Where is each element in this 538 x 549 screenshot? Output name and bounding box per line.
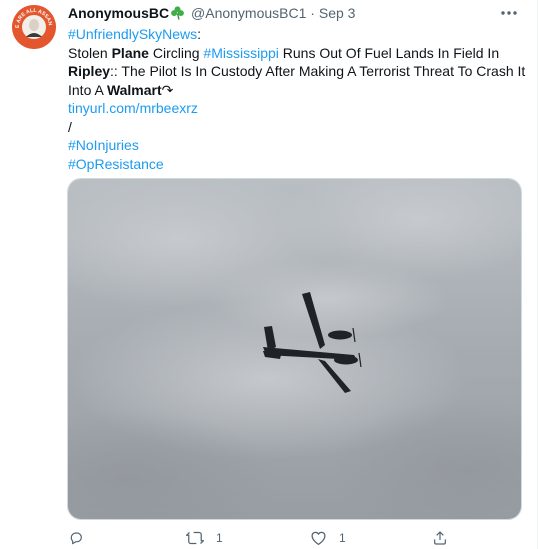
like-count: 1 (339, 531, 346, 545)
retweet-count: 1 (216, 531, 223, 545)
heart-icon (310, 530, 327, 546)
tweet-date[interactable]: Sep 3 (319, 5, 356, 21)
tweet-text-bold: Walmart (106, 81, 162, 98)
avatar[interactable]: WE ARE ALL ASSANGE (12, 5, 56, 49)
reply-icon (68, 530, 84, 546)
tweet-text-fragment: Stolen (68, 44, 112, 61)
shamrock-icon (170, 5, 185, 24)
tweet-text-fragment: Circling (148, 44, 204, 61)
tweet-text-bold: Plane (111, 44, 149, 61)
tweet-text-fragment: / (68, 118, 72, 135)
hashtag-opresistance[interactable]: #OpResistance (68, 156, 164, 172)
tweet-text-fragment: Runs Out Of Fuel Lands In Field In (278, 44, 500, 61)
plane-in-sky-photo (68, 179, 521, 519)
header-separator: · (310, 5, 315, 21)
tweet-text-bold: Ripley (68, 63, 111, 79)
share-button[interactable] (432, 530, 448, 546)
tweet-card[interactable]: WE ARE ALL ASSANGE AnonymousBC @Anonymou… (0, 0, 538, 549)
hashtag-unfriendlyskynews[interactable]: #UnfriendlySkyNews (68, 26, 197, 42)
more-options-icon[interactable] (499, 3, 519, 23)
tweet-header: AnonymousBC @AnonymousBC1 · Sep 3 (68, 4, 355, 24)
reply-button[interactable] (68, 530, 96, 546)
share-icon (432, 530, 448, 546)
curved-arrow-icon: ↷ (161, 81, 174, 98)
like-button[interactable]: 1 (310, 530, 346, 546)
hashtag-noinjuries[interactable]: #NoInjuries (68, 137, 139, 153)
hashtag-mississippi[interactable]: #Mississippi (203, 45, 278, 61)
author-handle[interactable]: @AnonymousBC1 (191, 5, 306, 21)
retweet-icon (186, 530, 204, 546)
tweet-text: #UnfriendlySkyNews: Stolen Plane Circlin… (68, 25, 526, 173)
retweet-button[interactable]: 1 (186, 530, 223, 546)
tweet-actions: 1 1 (68, 530, 488, 549)
tweet-text-fragment: Into A (68, 81, 107, 98)
author-name[interactable]: AnonymousBC (68, 5, 169, 21)
tweet-text-fragment: :: The Pilot Is In Custody After Making … (110, 63, 526, 79)
tweet-text-fragment: : (197, 26, 202, 42)
tweet-link[interactable]: tinyurl.com/mrbeexrz (68, 100, 198, 116)
tweet-media-image[interactable] (67, 178, 522, 520)
